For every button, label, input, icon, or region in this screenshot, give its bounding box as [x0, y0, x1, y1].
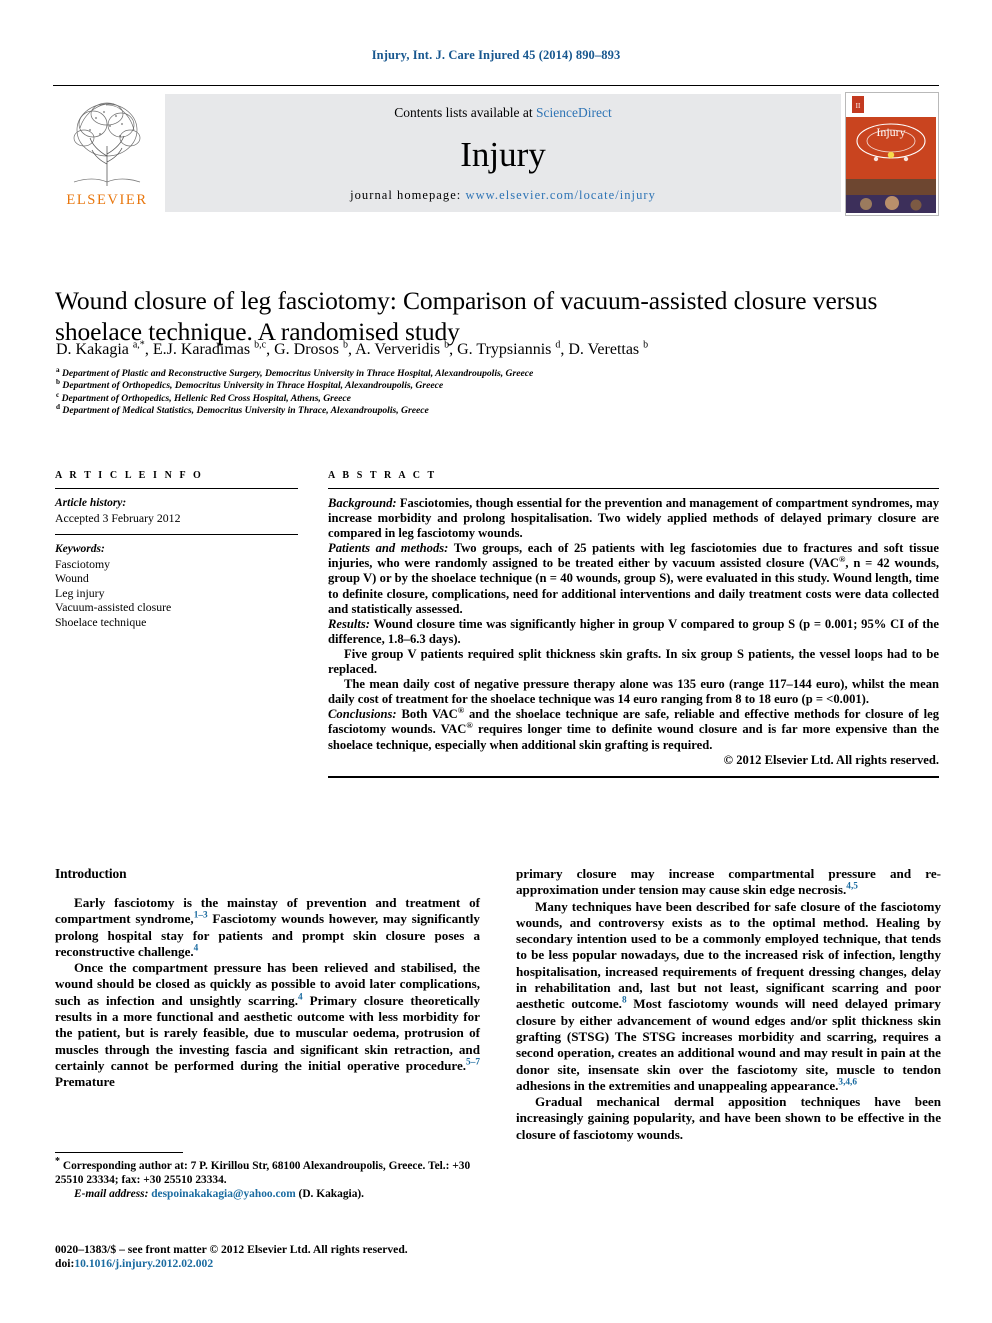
imprint-block: 0020–1383/$ – see front matter © 2012 El… — [55, 1243, 555, 1272]
introduction-heading: Introduction — [55, 866, 127, 881]
journal-homepage-line: journal homepage: www.elsevier.com/locat… — [350, 188, 656, 203]
article-page: Injury, Int. J. Care Injured 45 (2014) 8… — [0, 0, 992, 1323]
keyword-item: Shoelace technique — [55, 614, 147, 629]
affiliation-item: b Department of Orthopedics, Democritus … — [56, 378, 444, 392]
abstract-rule-bottom — [328, 775, 939, 778]
doi-line: doi:10.1016/j.injury.2012.02.002 — [55, 1257, 555, 1271]
body-paragraph: Once the compartment pressure has been r… — [55, 960, 480, 1090]
elsevier-logo: ELSEVIER — [53, 92, 161, 216]
keywords-label: Keywords: — [55, 543, 105, 556]
email-label: E-mail address: — [74, 1188, 149, 1200]
affiliation-item: c Department of Orthopedics, Hellenic Re… — [56, 390, 351, 404]
corresponding-author-note: * Corresponding author at: 7 P. Kirillou… — [55, 1156, 471, 1186]
body-paragraph: Gradual mechanical dermal apposition tec… — [516, 1094, 941, 1142]
svg-text:II: II — [856, 102, 861, 110]
doi-label: doi: — [55, 1257, 75, 1271]
elsevier-tree-icon — [60, 94, 154, 190]
body-column-right: primary closure may increase compartment… — [516, 866, 941, 1143]
abstract-paragraph: Conclusions: Both VAC® and the shoelace … — [328, 705, 939, 752]
abstract-copyright: © 2012 Elsevier Ltd. All rights reserved… — [723, 752, 939, 767]
contents-prefix: Contents lists available at — [394, 105, 536, 120]
body-paragraph: Many techniques have been described for … — [516, 898, 941, 1093]
body-paragraph: primary closure may increase compartment… — [516, 866, 941, 898]
svg-text:Injury: Injury — [876, 125, 905, 139]
affiliation-item: a Department of Plastic and Reconstructi… — [56, 365, 534, 379]
abstract-paragraph: Five group V patients required split thi… — [328, 646, 939, 677]
cover-art: II Injury — [846, 93, 936, 213]
sciencedirect-link[interactable]: ScienceDirect — [536, 105, 612, 120]
article-info-rule-top — [55, 488, 298, 489]
issn-line: 0020–1383/$ – see front matter © 2012 El… — [55, 1243, 408, 1256]
keyword-item: Wound — [55, 571, 89, 586]
journal-title: Injury — [460, 135, 546, 174]
keyword-item: Fasciotomy — [55, 556, 111, 571]
abstract-paragraph: The mean daily cost of negative pressure… — [328, 677, 939, 707]
contents-available-line: Contents lists available at ScienceDirec… — [394, 105, 611, 121]
footnote-block: * Corresponding author at: 7 P. Kirillou… — [55, 1152, 480, 1201]
abstract-body: Background: Fasciotomies, though essenti… — [328, 496, 939, 753]
email-suffix: (D. Kakagia). — [295, 1188, 365, 1200]
footnote-rule — [55, 1152, 183, 1153]
journal-cover-thumbnail: II Injury — [845, 92, 939, 216]
abstract-rule-top — [328, 488, 939, 489]
introduction-left-text: Early fasciotomy is the mainstay of prev… — [55, 895, 480, 1091]
author-list: D. Kakagia a,*, E.J. Karadimas b,c, G. D… — [56, 339, 649, 358]
affiliation-list: a Department of Plastic and Reconstructi… — [56, 365, 946, 417]
keyword-item: Vacuum-assisted closure — [55, 600, 172, 615]
doi-link[interactable]: 10.1016/j.injury.2012.02.002 — [74, 1257, 213, 1270]
journal-masthead: ELSEVIER Contents lists available at Sci… — [53, 85, 939, 216]
body-columns: Introduction Early fasciotomy is the mai… — [55, 866, 941, 1266]
body-column-left: Introduction Early fasciotomy is the mai… — [55, 866, 480, 1091]
homepage-label: journal homepage: — [350, 188, 466, 202]
page-title: Wound closure of leg fasciotomy: Compari… — [55, 286, 878, 347]
article-info-rule-mid — [55, 534, 298, 536]
affiliation-item: d Department of Medical Statistics, Demo… — [56, 402, 429, 416]
masthead-panel: Contents lists available at ScienceDirec… — [165, 94, 841, 212]
body-paragraph: Early fasciotomy is the mainstay of prev… — [55, 895, 480, 959]
article-info-column: A R T I C L E I N F O Article history: A… — [55, 470, 298, 630]
abstract-column: A B S T R A C T Background: Fasciotomies… — [328, 470, 939, 778]
article-history-value: Accepted 3 February 2012 — [55, 510, 181, 525]
abstract-paragraph: Patients and methods: Two groups, each o… — [328, 541, 939, 616]
homepage-url-link[interactable]: www.elsevier.com/locate/injury — [466, 188, 656, 202]
article-history-label: Article history: — [55, 497, 127, 509]
abstract-paragraph: Background: Fasciotomies, though essenti… — [328, 496, 939, 541]
keywords-list: Fasciotomy Wound Leg injury Vacuum-assisted… — [55, 557, 298, 630]
email-link[interactable]: despoinakakagia@yahoo.com — [151, 1188, 295, 1200]
email-note: E-mail address: despoinakakagia@yahoo.co… — [55, 1187, 480, 1201]
elsevier-wordmark: ELSEVIER — [66, 192, 148, 208]
running-head: Injury, Int. J. Care Injured 45 (2014) 8… — [371, 48, 621, 62]
article-info-heading: A R T I C L E I N F O — [55, 470, 204, 481]
abstract-paragraph: Results: Wound closure time was signific… — [328, 616, 939, 646]
introduction-right-text: primary closure may increase compartment… — [516, 866, 941, 1143]
abstract-heading: A B S T R A C T — [328, 470, 437, 481]
keyword-item: Leg injury — [55, 585, 105, 600]
